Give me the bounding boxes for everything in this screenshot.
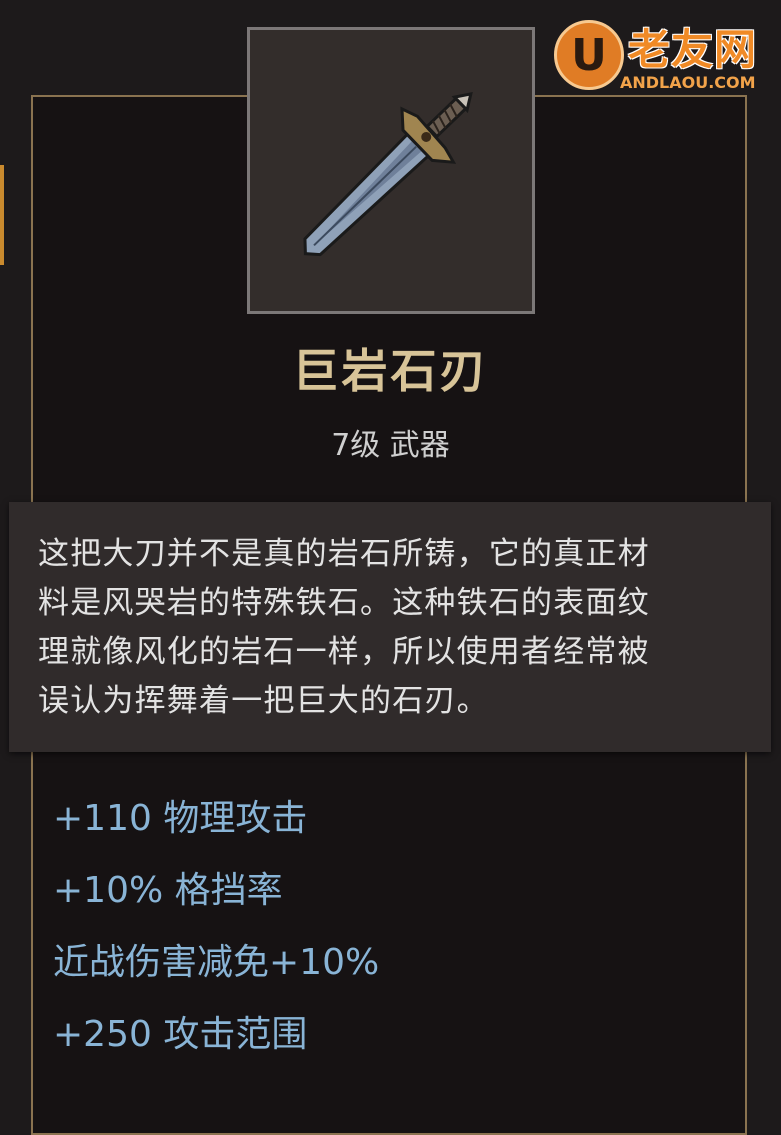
stat-physical-attack: +110 物理攻击 — [53, 798, 308, 839]
stat-block-rate: +10% 格挡率 — [53, 870, 283, 911]
logo-url: ANDLAOU.COM — [620, 73, 756, 92]
logo-badge-icon: U — [554, 20, 624, 90]
item-description-tooltip: 这把大刀并不是真的岩石所铸，它的真正材 料是风哭岩的特殊铁石。这种铁石的表面纹 … — [9, 502, 771, 752]
site-watermark-logo: U 老友网 ANDLAOU.COM — [552, 18, 777, 98]
stat-attack-range: +250 攻击范围 — [53, 1014, 308, 1055]
stat-melee-damage-reduction: 近战伤害减免+10% — [53, 942, 380, 983]
item-stats-list: +110 物理攻击 +10% 格挡率 近战伤害减免+10% +250 攻击范围 — [53, 795, 379, 1083]
side-tab-indicator — [0, 165, 4, 265]
item-name: 巨岩石刃 — [292, 344, 489, 398]
description-line: 料是风哭岩的特殊铁石。这种铁石的表面纹 — [38, 585, 650, 621]
sword-icon — [303, 91, 473, 257]
description-line: 理就像风化的岩石一样，所以使用者经常被 — [38, 634, 650, 670]
logo-text: 老友网 — [628, 25, 758, 74]
description-line: 这把大刀并不是真的岩石所铸，它的真正材 — [38, 536, 650, 572]
description-line: 误认为挥舞着一把巨大的石刃。 — [38, 683, 489, 719]
item-icon-frame — [247, 27, 535, 314]
item-level-type: 7级 武器 — [331, 428, 450, 463]
